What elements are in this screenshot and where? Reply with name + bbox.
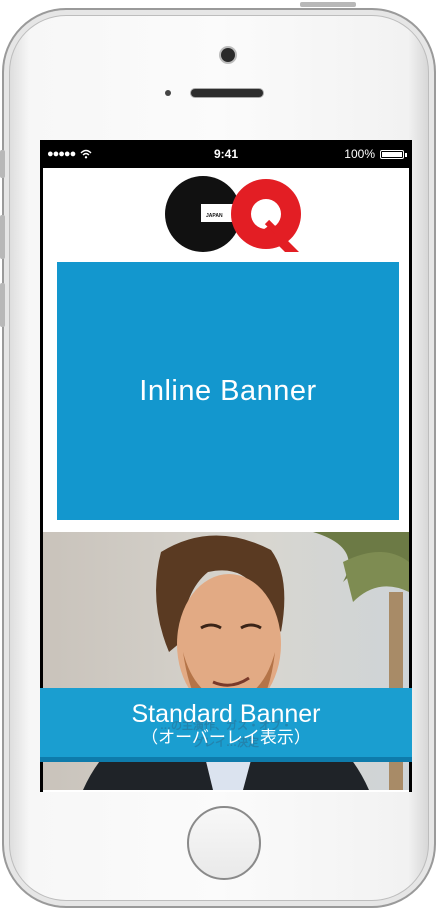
- status-right: 100%: [344, 147, 407, 161]
- proximity-sensor: [165, 90, 171, 96]
- home-button[interactable]: [187, 806, 261, 880]
- mute-switch: [0, 150, 5, 178]
- battery-icon: [380, 149, 407, 159]
- inline-banner[interactable]: Inline Banner: [57, 262, 399, 520]
- standard-banner[interactable]: …の主演作、ガス・オブ・ グレイ…決定 Standard Banner （オーバ…: [40, 688, 412, 762]
- screen: ●●●●● 9:41 100% JAPAN Inline Banner …の主演…: [40, 140, 412, 792]
- standard-banner-title: Standard Banner: [131, 700, 321, 728]
- volume-up-button: [0, 215, 5, 259]
- status-bar: ●●●●● 9:41 100%: [40, 140, 412, 168]
- standard-banner-bottom-bar: [40, 757, 412, 762]
- battery-percent: 100%: [344, 147, 375, 161]
- power-button: [300, 2, 356, 7]
- gq-logo[interactable]: JAPAN: [163, 174, 303, 254]
- standard-banner-subtitle: （オーバーレイ表示）: [141, 728, 311, 747]
- earpiece-speaker: [191, 89, 263, 97]
- inline-banner-label: Inline Banner: [139, 374, 317, 407]
- volume-down-button: [0, 283, 5, 327]
- front-camera: [221, 48, 235, 62]
- gq-logo-subtext: JAPAN: [206, 213, 223, 219]
